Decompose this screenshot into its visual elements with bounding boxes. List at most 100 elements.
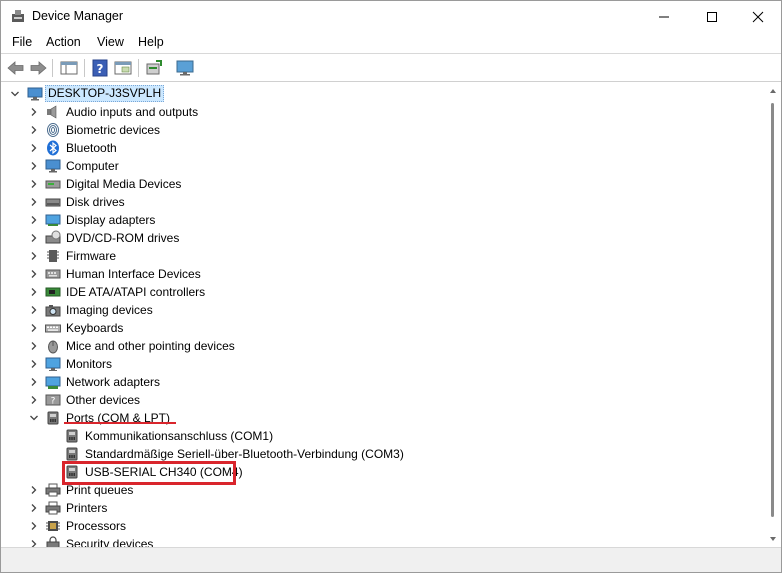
chevron-right-icon[interactable] bbox=[29, 269, 39, 279]
scroll-down-icon[interactable] bbox=[769, 535, 777, 543]
vertical-scrollbar[interactable] bbox=[766, 83, 780, 547]
scroll-up-icon[interactable] bbox=[769, 87, 777, 95]
close-button[interactable] bbox=[735, 1, 781, 32]
chevron-right-icon[interactable] bbox=[29, 251, 39, 261]
tree-category-row[interactable]: Network adapters bbox=[1, 373, 761, 391]
chevron-right-icon[interactable] bbox=[29, 107, 39, 117]
port-icon bbox=[47, 411, 59, 425]
chevron-right-icon[interactable] bbox=[29, 305, 39, 315]
tree-device-label: Standardmäßige Seriell-über-Bluetooth-Ve… bbox=[85, 447, 404, 461]
printer-icon bbox=[45, 483, 61, 497]
chevron-down-icon[interactable] bbox=[29, 413, 39, 423]
maximize-button[interactable] bbox=[689, 1, 735, 32]
tree-device-row[interactable]: Kommunikationsanschluss (COM1) bbox=[1, 427, 761, 445]
firmware-icon bbox=[47, 250, 59, 262]
tree-root-row[interactable]: DESKTOP-J3SVPLH bbox=[1, 85, 761, 103]
status-bar bbox=[1, 547, 781, 572]
tree-category-label: Disk drives bbox=[66, 195, 125, 209]
mouse-icon bbox=[48, 340, 58, 354]
chevron-right-icon[interactable] bbox=[29, 125, 39, 135]
chevron-right-icon[interactable] bbox=[29, 521, 39, 531]
menu-view[interactable]: View bbox=[97, 35, 124, 49]
device-manager-icon bbox=[12, 10, 24, 22]
processor-icon bbox=[46, 521, 60, 531]
port-icon bbox=[66, 429, 78, 443]
chevron-right-icon[interactable] bbox=[29, 179, 39, 189]
show-hide-tree-icon[interactable] bbox=[59, 58, 79, 78]
tree-category-row[interactable]: Computer bbox=[1, 157, 761, 175]
camera-icon bbox=[45, 305, 61, 317]
svg-text:?: ? bbox=[97, 62, 104, 76]
chevron-right-icon[interactable] bbox=[29, 359, 39, 369]
chevron-right-icon[interactable] bbox=[29, 287, 39, 297]
tree-category-label: Print queues bbox=[66, 483, 134, 497]
toolbar-separator bbox=[138, 59, 139, 77]
chevron-right-icon[interactable] bbox=[29, 485, 39, 495]
menu-file[interactable]: File bbox=[12, 35, 32, 49]
tree-category-row[interactable]: Bluetooth bbox=[1, 139, 761, 157]
tree-category-row[interactable]: Audio inputs and outputs bbox=[1, 103, 761, 121]
scrollbar-thumb[interactable] bbox=[771, 103, 774, 517]
speaker-icon bbox=[47, 105, 57, 119]
dvd-drive-icon bbox=[45, 230, 61, 244]
tree-category-row[interactable]: IDE ATA/ATAPI controllers bbox=[1, 283, 761, 301]
chevron-right-icon[interactable] bbox=[29, 341, 39, 351]
properties-pane-icon[interactable] bbox=[113, 58, 133, 78]
ide-controller-icon bbox=[45, 287, 61, 297]
tree-category-row[interactable]: Processors bbox=[1, 517, 761, 535]
chevron-right-icon[interactable] bbox=[29, 233, 39, 243]
back-arrow-icon[interactable] bbox=[6, 58, 26, 78]
tree-category-label: IDE ATA/ATAPI controllers bbox=[66, 285, 206, 299]
tree-category-row[interactable]: Digital Media Devices bbox=[1, 175, 761, 193]
chevron-right-icon[interactable] bbox=[29, 503, 39, 513]
security-icon bbox=[46, 536, 60, 547]
tree-category-label: Other devices bbox=[66, 393, 141, 407]
toolbar: ? bbox=[1, 54, 781, 82]
chevron-right-icon[interactable] bbox=[29, 539, 39, 547]
tree-category-row[interactable]: Imaging devices bbox=[1, 301, 761, 319]
menu-help[interactable]: Help bbox=[138, 35, 164, 49]
tree-category-row[interactable]: Human Interface Devices bbox=[1, 265, 761, 283]
update-driver-icon[interactable] bbox=[144, 58, 164, 78]
other-device-icon: ? bbox=[45, 394, 61, 407]
menu-action[interactable]: Action bbox=[46, 35, 81, 49]
hid-icon bbox=[45, 269, 61, 279]
chevron-right-icon[interactable] bbox=[29, 215, 39, 225]
chevron-right-icon[interactable] bbox=[29, 197, 39, 207]
tree-category-label: Monitors bbox=[66, 357, 113, 371]
tree-category-label: Digital Media Devices bbox=[66, 177, 182, 191]
fingerprint-icon bbox=[47, 123, 59, 137]
port-icon bbox=[66, 447, 78, 461]
tree-category-row[interactable]: Keyboards bbox=[1, 319, 761, 337]
minimize-button[interactable] bbox=[641, 1, 687, 32]
chevron-right-icon[interactable] bbox=[29, 377, 39, 387]
menu-bar: File Action View Help bbox=[1, 32, 781, 54]
tree-category-row[interactable]: Biometric devices bbox=[1, 121, 761, 139]
tree-category-row[interactable]: Monitors bbox=[1, 355, 761, 373]
printer-icon bbox=[45, 501, 61, 515]
tree-category-row[interactable]: DVD/CD-ROM drives bbox=[1, 229, 761, 247]
help-icon[interactable]: ? bbox=[90, 58, 110, 78]
tree-category-row[interactable]: Mice and other pointing devices bbox=[1, 337, 761, 355]
tree-category-row[interactable]: Disk drives bbox=[1, 193, 761, 211]
tree-category-row[interactable]: Security devices bbox=[1, 535, 761, 547]
chevron-right-icon[interactable] bbox=[29, 395, 39, 405]
chevron-right-icon[interactable] bbox=[29, 323, 39, 333]
window-title: Device Manager bbox=[32, 9, 124, 23]
tree-category-label: DVD/CD-ROM drives bbox=[66, 231, 180, 245]
tree-category-row[interactable]: Display adapters bbox=[1, 211, 761, 229]
tree-category-label: Printers bbox=[66, 501, 108, 515]
computer-icon bbox=[45, 159, 61, 173]
chevron-down-icon[interactable] bbox=[10, 89, 20, 99]
tree-category-row[interactable]: Ports (COM & LPT) bbox=[1, 409, 761, 427]
tree-category-label: Firmware bbox=[66, 249, 116, 263]
tree-category-row[interactable]: Firmware bbox=[1, 247, 761, 265]
tree-category-label: Security devices bbox=[66, 537, 154, 547]
computer-icon bbox=[27, 87, 43, 101]
tree-category-row[interactable]: ? Other devices bbox=[1, 391, 761, 409]
forward-arrow-icon[interactable] bbox=[28, 58, 48, 78]
tree-category-row[interactable]: Printers bbox=[1, 499, 761, 517]
chevron-right-icon[interactable] bbox=[29, 143, 39, 153]
chevron-right-icon[interactable] bbox=[29, 161, 39, 171]
monitor-icon[interactable] bbox=[175, 58, 195, 78]
